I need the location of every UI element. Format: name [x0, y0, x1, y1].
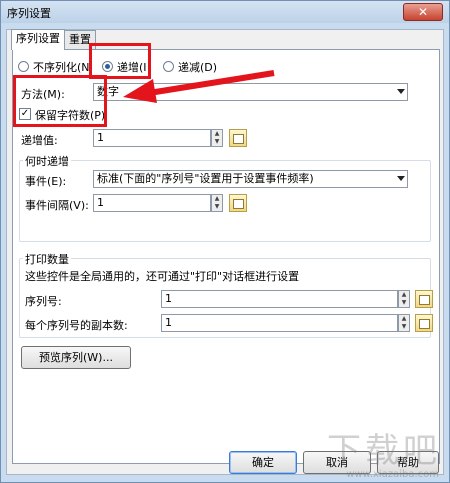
print-quantity-desc: 这些控件是全局通用的，还可通过"打印"对话框进行设置 [25, 270, 300, 283]
event-label: 事件(E): [25, 175, 67, 188]
serial-label: 序列号: [25, 295, 62, 308]
dialog-window: 序列设置 ✕ 序列设置 重置 不序列化(N 递增(I 递减(D) 方法(M): … [0, 0, 450, 483]
close-button[interactable]: ✕ [403, 3, 443, 21]
title-bar: 序列设置 ✕ [1, 1, 449, 23]
chevron-down-icon [397, 176, 405, 181]
interval-spinner[interactable]: ▲ ▼ [211, 194, 223, 212]
increment-input[interactable]: 1 [93, 129, 211, 147]
watermark-logo: 下载吧 [327, 431, 441, 471]
annotation-arrow-icon [123, 70, 275, 103]
window-title: 序列设置 [7, 7, 51, 20]
increment-spinner[interactable]: ▲ ▼ [211, 129, 223, 147]
interval-label: 事件间隔(V): [25, 199, 89, 212]
interval-picker-icon[interactable] [229, 194, 247, 212]
serial-picker-icon[interactable] [415, 290, 433, 308]
increment-label: 递增值: [21, 134, 58, 147]
interval-input[interactable]: 1 [93, 194, 211, 212]
preview-sequence-button[interactable]: 预览序列(W)... [21, 346, 131, 369]
ok-button[interactable]: 确定 [229, 451, 297, 474]
event-select[interactable]: 标准(下面的"序列号"设置用于设置事件频率) [93, 170, 408, 188]
tab-serial-settings[interactable]: 序列设置 [11, 29, 65, 50]
serial-input[interactable]: 1 [161, 290, 398, 308]
print-quantity-title: 打印数量 [23, 251, 71, 267]
event-value: 标准(下面的"序列号"设置用于设置事件频率) [97, 172, 314, 185]
increment-picker-icon[interactable] [229, 129, 247, 147]
chevron-down-icon [397, 89, 405, 94]
copies-spinner[interactable]: ▲ ▼ [398, 314, 410, 332]
when-increment-title: 何时递增 [23, 153, 71, 169]
copies-picker-icon[interactable] [415, 314, 433, 332]
radio-no-serialize-label: 不序列化(N [33, 61, 90, 74]
copies-label: 每个序列号的副本数: [25, 319, 128, 332]
annotation-highlight-method [13, 75, 107, 127]
serial-spinner[interactable]: ▲ ▼ [398, 290, 410, 308]
radio-no-serialize[interactable] [18, 61, 29, 72]
watermark-url: www.xiazaiba.com [346, 469, 439, 480]
copies-input[interactable]: 1 [161, 314, 398, 332]
